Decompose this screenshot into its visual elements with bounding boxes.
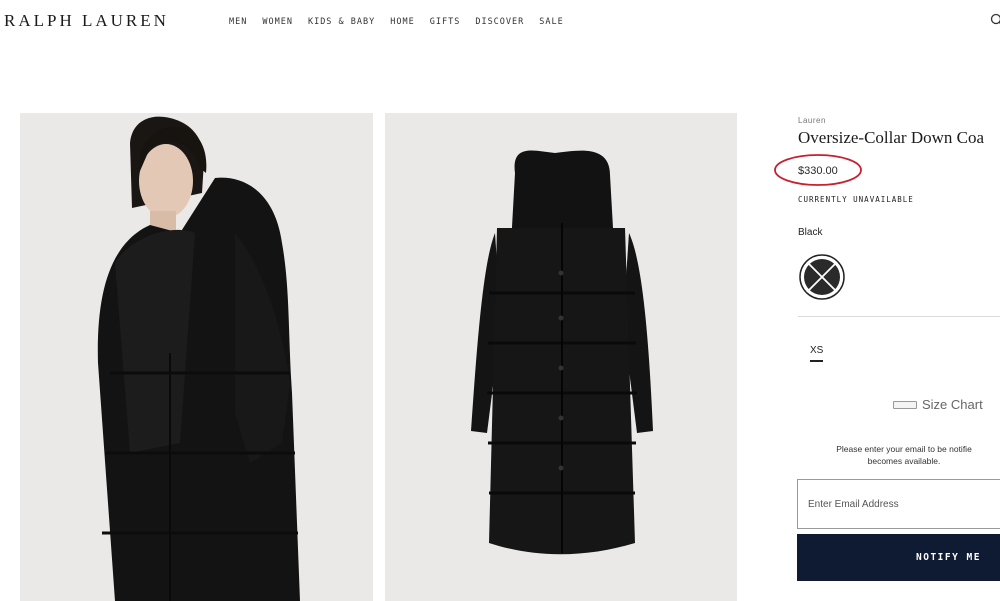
nav-item-kids-baby[interactable]: KIDS & BABY (308, 17, 375, 27)
nav-item-men[interactable]: MEN (229, 17, 247, 27)
product-title: Oversize-Collar Down Coa (798, 128, 985, 147)
size-chart-label: Size Chart (922, 397, 983, 412)
site-header: RALPH LAUREN MEN WOMEN KIDS & BABY HOME … (0, 0, 1000, 44)
availability-status: CURRENTLY UNAVAILABLE (798, 195, 914, 204)
color-swatch-black[interactable] (798, 253, 846, 301)
nav-item-women[interactable]: WOMEN (262, 17, 293, 27)
product-image-flat[interactable] (385, 113, 737, 601)
nav-item-home[interactable]: HOME (390, 17, 414, 27)
ruler-icon (893, 400, 917, 409)
size-option-xs[interactable]: XS (810, 345, 824, 362)
nav-item-sale[interactable]: SALE (539, 17, 563, 27)
nav-item-discover[interactable]: DISCOVER (475, 17, 524, 27)
main-nav: MEN WOMEN KIDS & BABY HOME GIFTS DISCOVE… (229, 17, 564, 27)
product-brand: Lauren (798, 116, 826, 125)
unavailable-swatch-icon (799, 254, 845, 300)
notify-message-line1: Please enter your email to be notifie (836, 444, 972, 454)
notify-message-line2: becomes available. (867, 456, 941, 466)
nav-item-gifts[interactable]: GIFTS (430, 17, 461, 27)
email-field[interactable] (797, 479, 1000, 529)
notify-message: Please enter your email to be notifie be… (804, 443, 1000, 467)
divider (798, 316, 1000, 317)
product-price: $330.00 (798, 165, 838, 177)
search-icon[interactable] (990, 13, 1000, 29)
color-label: Black (798, 227, 823, 238)
size-chart-link[interactable]: Size Chart (893, 397, 983, 412)
product-image-model[interactable] (20, 113, 373, 601)
price-block: $330.00 (772, 152, 864, 188)
notify-me-button[interactable]: NOTIFY ME (797, 534, 1000, 581)
brand-logo[interactable]: RALPH LAUREN (4, 11, 169, 31)
